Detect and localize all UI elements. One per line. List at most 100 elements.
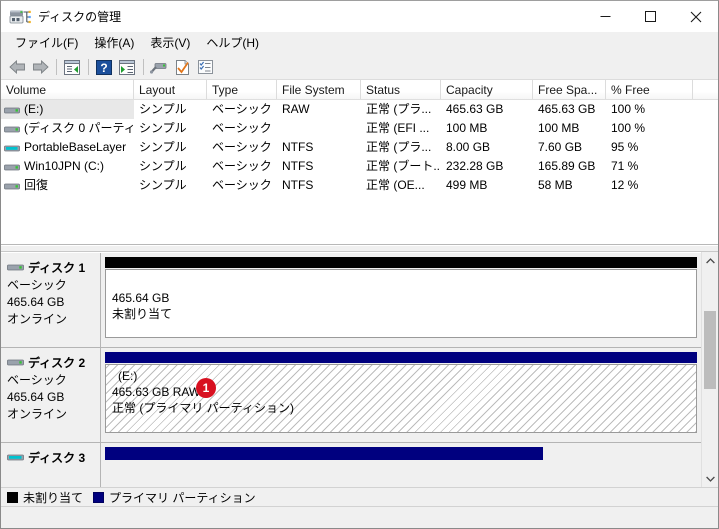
close-button[interactable] bbox=[673, 1, 718, 32]
column-header-free-space[interactable]: Free Spa... bbox=[533, 80, 606, 99]
toolbar-separator-1 bbox=[56, 59, 57, 75]
column-header-volume[interactable]: Volume bbox=[1, 80, 134, 99]
partition-unallocated-disk-1[interactable]: 465.64 GB 未割り当て bbox=[105, 269, 697, 338]
cell-volume[interactable]: (E:) bbox=[1, 100, 134, 119]
menu-item-file[interactable]: ファイル(F) bbox=[7, 33, 86, 54]
legend-swatch-unallocated bbox=[7, 491, 18, 503]
scrollbar-track[interactable] bbox=[702, 269, 718, 470]
table-row[interactable]: (E:) シンプル ベーシック RAW 正常 (プラ... 465.63 GB … bbox=[1, 100, 718, 119]
disk-info-disk-3[interactable]: ディスク 3 bbox=[1, 443, 101, 487]
list-view-button[interactable] bbox=[194, 56, 216, 78]
cell-percent-free: 95 % bbox=[611, 140, 639, 154]
scrollbar-thumb[interactable] bbox=[704, 311, 716, 389]
column-header-file-system[interactable]: File System bbox=[277, 80, 361, 99]
cell-status: 正常 (ブート... bbox=[366, 159, 441, 173]
show-hide-action-pane-button[interactable] bbox=[116, 56, 138, 78]
minimize-button[interactable] bbox=[583, 1, 628, 32]
table-row[interactable]: PortableBaseLayer シンプル ベーシック NTFS 正常 (プラ… bbox=[1, 138, 718, 157]
show-hide-console-tree-button[interactable] bbox=[61, 56, 83, 78]
disk-bars-disk-3 bbox=[101, 443, 701, 487]
legend-unallocated: 未割り当て bbox=[7, 489, 83, 506]
cell-type: ベーシック bbox=[212, 178, 272, 192]
disk-size: 465.64 GB bbox=[7, 390, 65, 404]
volume-name: 回復 bbox=[24, 178, 49, 192]
disk-bars-disk-1: 465.64 GB 未割り当て bbox=[101, 253, 701, 347]
column-header-percent-free[interactable]: % Free bbox=[606, 80, 693, 99]
legend-primary-partition: プライマリ パーティション bbox=[93, 489, 256, 506]
volume-name: (E:) bbox=[24, 102, 44, 116]
volume-icon-gray bbox=[4, 123, 20, 135]
table-row[interactable]: Win10JPN (C:) シンプル ベーシック NTFS 正常 (ブート...… bbox=[1, 157, 718, 176]
cell-capacity: 465.63 GB bbox=[446, 102, 504, 116]
cell-free-space: 58 MB bbox=[538, 178, 573, 192]
cell-volume[interactable]: 回復 bbox=[1, 176, 134, 195]
disk-header-bar-disk-3 bbox=[105, 447, 544, 460]
disk-management-icon bbox=[9, 8, 31, 26]
graphical-view-wrapper: ディスク 1 ベーシック 465.64 GB オンライン 465.64 GB 未… bbox=[1, 252, 718, 487]
cell-type: ベーシック bbox=[212, 159, 272, 173]
maximize-button[interactable] bbox=[628, 1, 673, 32]
volume-name: Win10JPN (C:) bbox=[24, 159, 105, 173]
cell-capacity: 8.00 GB bbox=[446, 140, 491, 154]
disk-title-disk-1: ディスク 1 bbox=[7, 259, 100, 276]
cell-volume[interactable]: (ディスク 0 パーティシ... bbox=[1, 119, 134, 138]
disk-info-disk-2[interactable]: ディスク 2 ベーシック 465.64 GB オンライン bbox=[1, 348, 101, 442]
table-row[interactable]: 回復 シンプル ベーシック NTFS 正常 (OE... 499 MB 58 M… bbox=[1, 176, 718, 195]
cell-layout: シンプル bbox=[139, 102, 187, 116]
toolbar: ? bbox=[1, 55, 718, 80]
cell-file-system: NTFS bbox=[282, 140, 314, 154]
volume-icon-cyan bbox=[4, 142, 20, 154]
back-button[interactable] bbox=[6, 56, 28, 78]
disk-state: オンライン bbox=[7, 407, 68, 421]
help-button[interactable]: ? bbox=[93, 56, 115, 78]
cell-free-space: 165.89 GB bbox=[538, 159, 596, 173]
cell-percent-free: 100 % bbox=[611, 121, 646, 135]
column-header-type[interactable]: Type bbox=[207, 80, 277, 99]
scroll-up-button[interactable] bbox=[702, 252, 718, 269]
toolbar-separator-3 bbox=[143, 59, 144, 75]
graphical-view-scrollbar[interactable] bbox=[701, 252, 718, 487]
svg-text:?: ? bbox=[100, 61, 107, 75]
partition-status: 正常 (プライマリ パーティション) bbox=[112, 401, 294, 415]
disk-label: ディスク 2 bbox=[28, 356, 86, 370]
volume-list: Volume Layout Type File System Status Ca… bbox=[1, 80, 718, 245]
menu-bar: ファイル(F) 操作(A) 表示(V) ヘルプ(H) bbox=[1, 32, 718, 55]
menu-item-action[interactable]: 操作(A) bbox=[86, 33, 142, 54]
cell-volume[interactable]: Win10JPN (C:) bbox=[1, 157, 134, 176]
forward-button[interactable] bbox=[29, 56, 51, 78]
title-bar: ディスクの管理 bbox=[1, 1, 718, 32]
cell-percent-free: 12 % bbox=[611, 178, 639, 192]
rescan-disks-button[interactable] bbox=[148, 56, 170, 78]
column-header-capacity[interactable]: Capacity bbox=[441, 80, 533, 99]
column-header-spare[interactable] bbox=[693, 80, 718, 99]
cell-volume[interactable]: PortableBaseLayer bbox=[1, 138, 134, 157]
volume-icon-gray bbox=[4, 104, 20, 116]
toolbar-separator-2 bbox=[88, 59, 89, 75]
partition-e-raw[interactable]: (E:) 465.63 GB RAW 正常 (プライマリ パーティション) 1 bbox=[105, 364, 697, 433]
disk-label: ディスク 3 bbox=[28, 451, 86, 465]
cell-capacity: 232.28 GB bbox=[446, 159, 504, 173]
menu-item-view[interactable]: 表示(V) bbox=[142, 33, 198, 54]
cell-type: ベーシック bbox=[212, 102, 272, 116]
disk-info-disk-1[interactable]: ディスク 1 ベーシック 465.64 GB オンライン bbox=[1, 253, 101, 347]
legend-swatch-primary-partition bbox=[93, 491, 105, 503]
scroll-down-button[interactable] bbox=[702, 470, 718, 487]
pane-splitter[interactable] bbox=[1, 245, 718, 252]
cell-free-space: 100 MB bbox=[538, 121, 580, 135]
table-row[interactable]: (ディスク 0 パーティシ... シンプル ベーシック 正常 (EFI ... … bbox=[1, 119, 718, 138]
cell-file-system: NTFS bbox=[282, 159, 314, 173]
disk-icon-gray bbox=[7, 262, 24, 274]
disk-icon-cyan bbox=[7, 452, 24, 464]
disk-state: オンライン bbox=[7, 312, 68, 326]
column-header-status[interactable]: Status bbox=[361, 80, 441, 99]
cell-layout: シンプル bbox=[139, 140, 187, 154]
disk-title-disk-2: ディスク 2 bbox=[7, 354, 100, 371]
cell-file-system: RAW bbox=[282, 102, 310, 116]
column-header-layout[interactable]: Layout bbox=[134, 80, 207, 99]
cell-capacity: 499 MB bbox=[446, 178, 488, 192]
cell-free-space: 465.63 GB bbox=[538, 102, 596, 116]
menu-item-help[interactable]: ヘルプ(H) bbox=[198, 33, 267, 54]
disk-size: 465.64 GB bbox=[7, 295, 65, 309]
properties-button[interactable] bbox=[171, 56, 193, 78]
disk-type: ベーシック bbox=[7, 373, 67, 387]
